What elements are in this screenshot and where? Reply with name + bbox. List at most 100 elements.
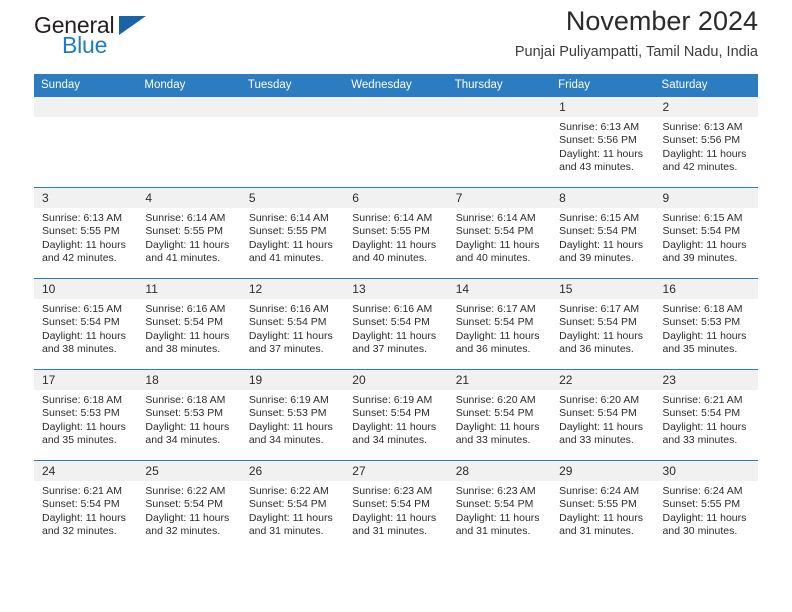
daylight-text-line1: Daylight: 11 hours (42, 420, 126, 433)
daylight-text-line2: and 31 minutes. (352, 525, 427, 538)
day-cell-inner: 27 Sunrise: 6:23 AM Sunset: 5:54 PM Dayligh… (344, 461, 448, 551)
day-cell-inner: 17 Sunrise: 6:18 AM Sunset: 5:53 PM Dayligh… (34, 370, 138, 460)
day-number (447, 97, 552, 117)
day-details: Sunrise: 6:15 AM Sunset: 5:54 PM Daylight:… (551, 208, 654, 266)
sunset-text: Sunset: 5:53 PM (42, 407, 120, 420)
calendar-day-cell-empty (34, 96, 138, 188)
weekday-header-sunday: Sunday (34, 74, 138, 97)
sunset-text: Sunset: 5:54 PM (145, 498, 224, 511)
day-details: Sunrise: 6:16 AM Sunset: 5:54 PM Daylight:… (241, 299, 344, 357)
sunrise-text: Sunrise: 6:19 AM (352, 394, 433, 406)
calendar-day-cell[interactable]: 20 Sunrise: 6:19 AM Sunset: 5:54 PM Dayligh… (344, 369, 448, 461)
sunrise-text: Sunrise: 6:18 AM (145, 394, 226, 406)
day-cell-inner: 13 Sunrise: 6:16 AM Sunset: 5:54 PM Dayligh… (344, 279, 448, 369)
calendar-day-cell[interactable]: 11 Sunrise: 6:16 AM Sunset: 5:54 PM Dayligh… (137, 278, 241, 370)
day-number: 20 (344, 370, 448, 390)
calendar-day-cell[interactable]: 14 Sunrise: 6:17 AM Sunset: 5:54 PM Dayligh… (447, 278, 552, 370)
calendar-day-cell[interactable]: 16 Sunrise: 6:18 AM Sunset: 5:53 PM Dayligh… (654, 278, 758, 370)
sunrise-text: Sunrise: 6:22 AM (248, 485, 329, 497)
calendar-day-cell[interactable]: 25 Sunrise: 6:22 AM Sunset: 5:54 PM Dayligh… (137, 460, 241, 551)
daylight-text-line1: Daylight: 11 hours (248, 329, 333, 342)
calendar-week-row: 17 Sunrise: 6:18 AM Sunset: 5:53 PM Dayligh… (34, 369, 758, 461)
day-details: Sunrise: 6:22 AM Sunset: 5:54 PM Daylight:… (241, 481, 344, 539)
calendar-day-cell[interactable]: 26 Sunrise: 6:22 AM Sunset: 5:54 PM Dayligh… (240, 460, 345, 551)
calendar-day-cell[interactable]: 22 Sunrise: 6:20 AM Sunset: 5:54 PM Dayligh… (551, 369, 655, 461)
weekday-header-friday: Friday (551, 74, 655, 97)
daylight-text-line2: and 42 minutes. (662, 161, 738, 174)
day-cell-inner: 2 Sunrise: 6:13 AM Sunset: 5:56 PM Daylight… (654, 97, 758, 187)
daylight-text-line1: Daylight: 11 hours (455, 420, 540, 433)
daylight-text-line2: and 33 minutes. (662, 434, 738, 447)
calendar-day-cell[interactable]: 12 Sunrise: 6:16 AM Sunset: 5:54 PM Dayligh… (240, 278, 345, 370)
sunset-text: Sunset: 5:54 PM (42, 316, 120, 329)
day-details: Sunrise: 6:19 AM Sunset: 5:53 PM Daylight:… (241, 390, 344, 448)
daylight-text-line2: and 39 minutes. (559, 252, 634, 265)
day-details: Sunrise: 6:18 AM Sunset: 5:53 PM Daylight:… (655, 299, 758, 357)
calendar-day-cell[interactable]: 27 Sunrise: 6:23 AM Sunset: 5:54 PM Dayligh… (344, 460, 448, 551)
calendar-week-row: 10 Sunrise: 6:15 AM Sunset: 5:54 PM Dayligh… (34, 278, 758, 370)
day-details: Sunrise: 6:23 AM Sunset: 5:54 PM Daylight:… (344, 481, 447, 539)
calendar-day-cell[interactable]: 7 Sunrise: 6:14 AM Sunset: 5:54 PM Daylight… (447, 187, 552, 279)
logo-text-blue: Blue (62, 32, 108, 58)
calendar-day-cell[interactable]: 23 Sunrise: 6:21 AM Sunset: 5:54 PM Dayligh… (654, 369, 758, 461)
calendar-day-cell[interactable]: 19 Sunrise: 6:19 AM Sunset: 5:53 PM Dayligh… (240, 369, 345, 461)
page-title: November 2024 (565, 6, 758, 36)
sunset-text: Sunset: 5:55 PM (662, 498, 741, 511)
calendar-day-cell[interactable]: 8 Sunrise: 6:15 AM Sunset: 5:54 PM Daylight… (551, 187, 655, 279)
sunrise-text: Sunrise: 6:15 AM (662, 212, 743, 224)
daylight-text-line2: and 32 minutes. (42, 525, 117, 538)
day-cell-inner: 30 Sunrise: 6:24 AM Sunset: 5:55 PM Dayligh… (654, 461, 758, 551)
calendar-header-row: Sunday Monday Tuesday Wednesday Thursday… (34, 74, 758, 97)
calendar-day-cell[interactable]: 17 Sunrise: 6:18 AM Sunset: 5:53 PM Dayligh… (34, 369, 138, 461)
calendar-day-cell[interactable]: 1 Sunrise: 6:13 AM Sunset: 5:56 PM Daylight… (551, 96, 655, 188)
daylight-text-line1: Daylight: 11 hours (352, 420, 437, 433)
daylight-text-line2: and 31 minutes. (455, 525, 531, 538)
daylight-text-line2: and 36 minutes. (455, 343, 531, 356)
day-cell-inner: 3 Sunrise: 6:13 AM Sunset: 5:55 PM Daylight… (34, 188, 138, 278)
daylight-text-line1: Daylight: 11 hours (662, 511, 747, 524)
day-cell-inner: 6 Sunrise: 6:14 AM Sunset: 5:55 PM Daylight… (344, 188, 448, 278)
daylight-text-line1: Daylight: 11 hours (145, 238, 230, 251)
sunset-text: Sunset: 5:54 PM (352, 316, 430, 329)
day-number: 6 (344, 188, 448, 208)
day-number: 19 (240, 370, 345, 390)
day-details: Sunrise: 6:23 AM Sunset: 5:54 PM Daylight:… (448, 481, 551, 539)
calendar-day-cell[interactable]: 10 Sunrise: 6:15 AM Sunset: 5:54 PM Dayligh… (34, 278, 138, 370)
sunrise-text: Sunrise: 6:21 AM (42, 485, 122, 497)
calendar-day-cell[interactable]: 5 Sunrise: 6:14 AM Sunset: 5:55 PM Daylight… (240, 187, 345, 279)
daylight-text-line1: Daylight: 11 hours (352, 511, 437, 524)
calendar-day-cell[interactable]: 28 Sunrise: 6:23 AM Sunset: 5:54 PM Dayligh… (447, 460, 552, 551)
day-details: Sunrise: 6:16 AM Sunset: 5:54 PM Daylight:… (344, 299, 447, 357)
daylight-text-line2: and 37 minutes. (352, 343, 427, 356)
calendar-day-cell[interactable]: 4 Sunrise: 6:14 AM Sunset: 5:55 PM Daylight… (137, 187, 241, 279)
day-number: 2 (654, 97, 758, 117)
calendar-day-cell[interactable]: 13 Sunrise: 6:16 AM Sunset: 5:54 PM Dayligh… (344, 278, 448, 370)
calendar-day-cell[interactable]: 15 Sunrise: 6:17 AM Sunset: 5:54 PM Dayligh… (551, 278, 655, 370)
generalblue-logo[interactable]: General Blue (34, 14, 184, 62)
sunset-text: Sunset: 5:54 PM (145, 316, 224, 329)
calendar-week-row: 1 Sunrise: 6:13 AM Sunset: 5:56 PM Daylight… (34, 96, 758, 188)
sunset-text: Sunset: 5:54 PM (248, 498, 327, 511)
sunset-text: Sunset: 5:55 PM (42, 225, 120, 238)
calendar-day-cell[interactable]: 9 Sunrise: 6:15 AM Sunset: 5:54 PM Daylight… (654, 187, 758, 279)
calendar-day-cell[interactable]: 21 Sunrise: 6:20 AM Sunset: 5:54 PM Dayligh… (447, 369, 552, 461)
calendar-day-cell[interactable]: 18 Sunrise: 6:18 AM Sunset: 5:53 PM Dayligh… (137, 369, 241, 461)
weekday-header-tuesday: Tuesday (240, 74, 345, 97)
calendar-day-cell[interactable]: 3 Sunrise: 6:13 AM Sunset: 5:55 PM Daylight… (34, 187, 138, 279)
calendar-day-cell[interactable]: 30 Sunrise: 6:24 AM Sunset: 5:55 PM Dayligh… (654, 460, 758, 551)
sunrise-text: Sunrise: 6:20 AM (559, 394, 640, 406)
sunrise-text: Sunrise: 6:14 AM (455, 212, 536, 224)
calendar-day-cell[interactable]: 2 Sunrise: 6:13 AM Sunset: 5:56 PM Daylight… (654, 96, 758, 188)
day-number: 7 (447, 188, 552, 208)
day-cell-inner: 8 Sunrise: 6:15 AM Sunset: 5:54 PM Daylight… (551, 188, 655, 278)
calendar-day-cell[interactable]: 29 Sunrise: 6:24 AM Sunset: 5:55 PM Dayligh… (551, 460, 655, 551)
sunset-text: Sunset: 5:54 PM (455, 316, 534, 329)
day-number: 10 (34, 279, 138, 299)
daylight-text-line2: and 31 minutes. (559, 525, 634, 538)
daylight-text-line2: and 32 minutes. (145, 525, 221, 538)
day-cell-inner (137, 97, 241, 187)
calendar-day-cell[interactable]: 6 Sunrise: 6:14 AM Sunset: 5:55 PM Daylight… (344, 187, 448, 279)
daylight-text-line2: and 35 minutes. (662, 343, 738, 356)
day-number: 4 (137, 188, 241, 208)
calendar-day-cell[interactable]: 24 Sunrise: 6:21 AM Sunset: 5:54 PM Dayligh… (34, 460, 138, 551)
